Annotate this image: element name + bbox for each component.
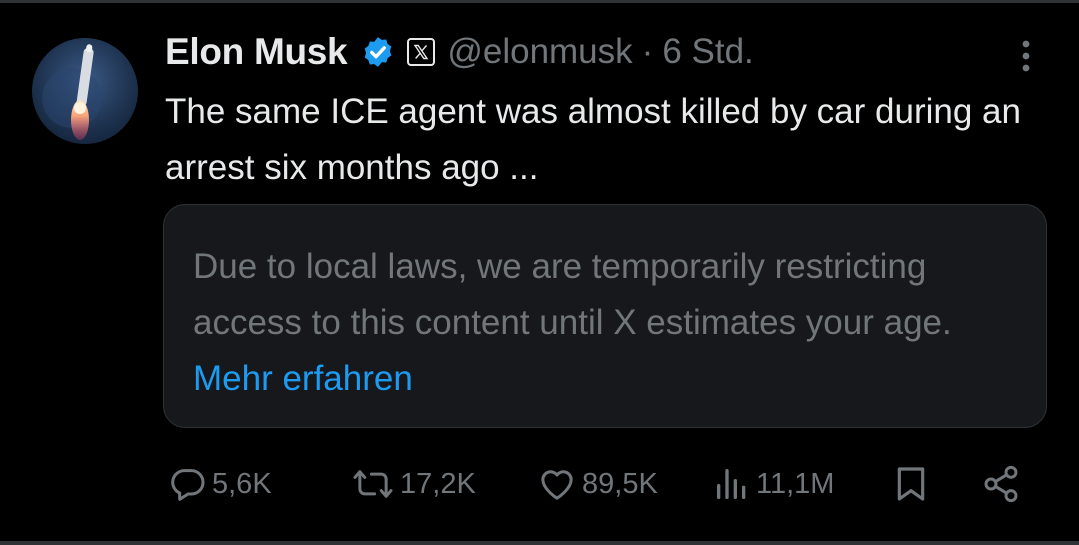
author-handle[interactable]: @elonmusk (447, 32, 632, 72)
views-icon (717, 469, 746, 499)
separator-dot: · (641, 32, 654, 71)
views-button[interactable]: 11,1M (712, 458, 834, 510)
repost-button[interactable]: 17,2K (350, 458, 476, 510)
tweet-text: The same ICE agent was almost killed by … (165, 92, 1021, 187)
action-bar: 5,6K 17,2K 89,5K 11,1M (0, 458, 1079, 510)
rocket-launch-image (42, 44, 102, 140)
reply-count: 5,6K (212, 467, 272, 500)
avatar[interactable] (32, 38, 138, 144)
author-name[interactable]: Elon Musk (165, 31, 348, 73)
like-button[interactable]: 89,5K (536, 458, 658, 510)
author-row: Elon Musk @elonmusk · 6 Std. (165, 28, 754, 76)
like-count: 89,5K (582, 467, 658, 500)
more-vertical-icon[interactable] (1011, 38, 1041, 74)
top-divider (0, 0, 1079, 3)
x-logo-icon[interactable] (407, 38, 436, 66)
bottom-divider (0, 541, 1079, 545)
view-count: 11,1M (756, 467, 835, 500)
verified-badge-icon[interactable] (361, 35, 395, 69)
heart-icon (541, 470, 573, 500)
share-icon (984, 465, 1018, 503)
bookmark-icon (897, 467, 925, 501)
repost-count: 17,2K (400, 467, 476, 500)
reply-icon (171, 469, 205, 501)
notice-text-block: Due to local laws, we are temporarily re… (193, 239, 993, 407)
post-time[interactable]: 6 Std. (662, 32, 753, 72)
learn-more-link[interactable]: Mehr erfahren (193, 359, 413, 398)
age-restriction-notice: Due to local laws, we are temporarily re… (163, 204, 1047, 428)
notice-message: Due to local laws, we are temporarily re… (193, 247, 952, 342)
repost-icon (353, 470, 393, 498)
reply-button[interactable]: 5,6K (168, 458, 272, 510)
bookmark-button[interactable] (893, 458, 929, 510)
share-button[interactable] (980, 458, 1022, 510)
